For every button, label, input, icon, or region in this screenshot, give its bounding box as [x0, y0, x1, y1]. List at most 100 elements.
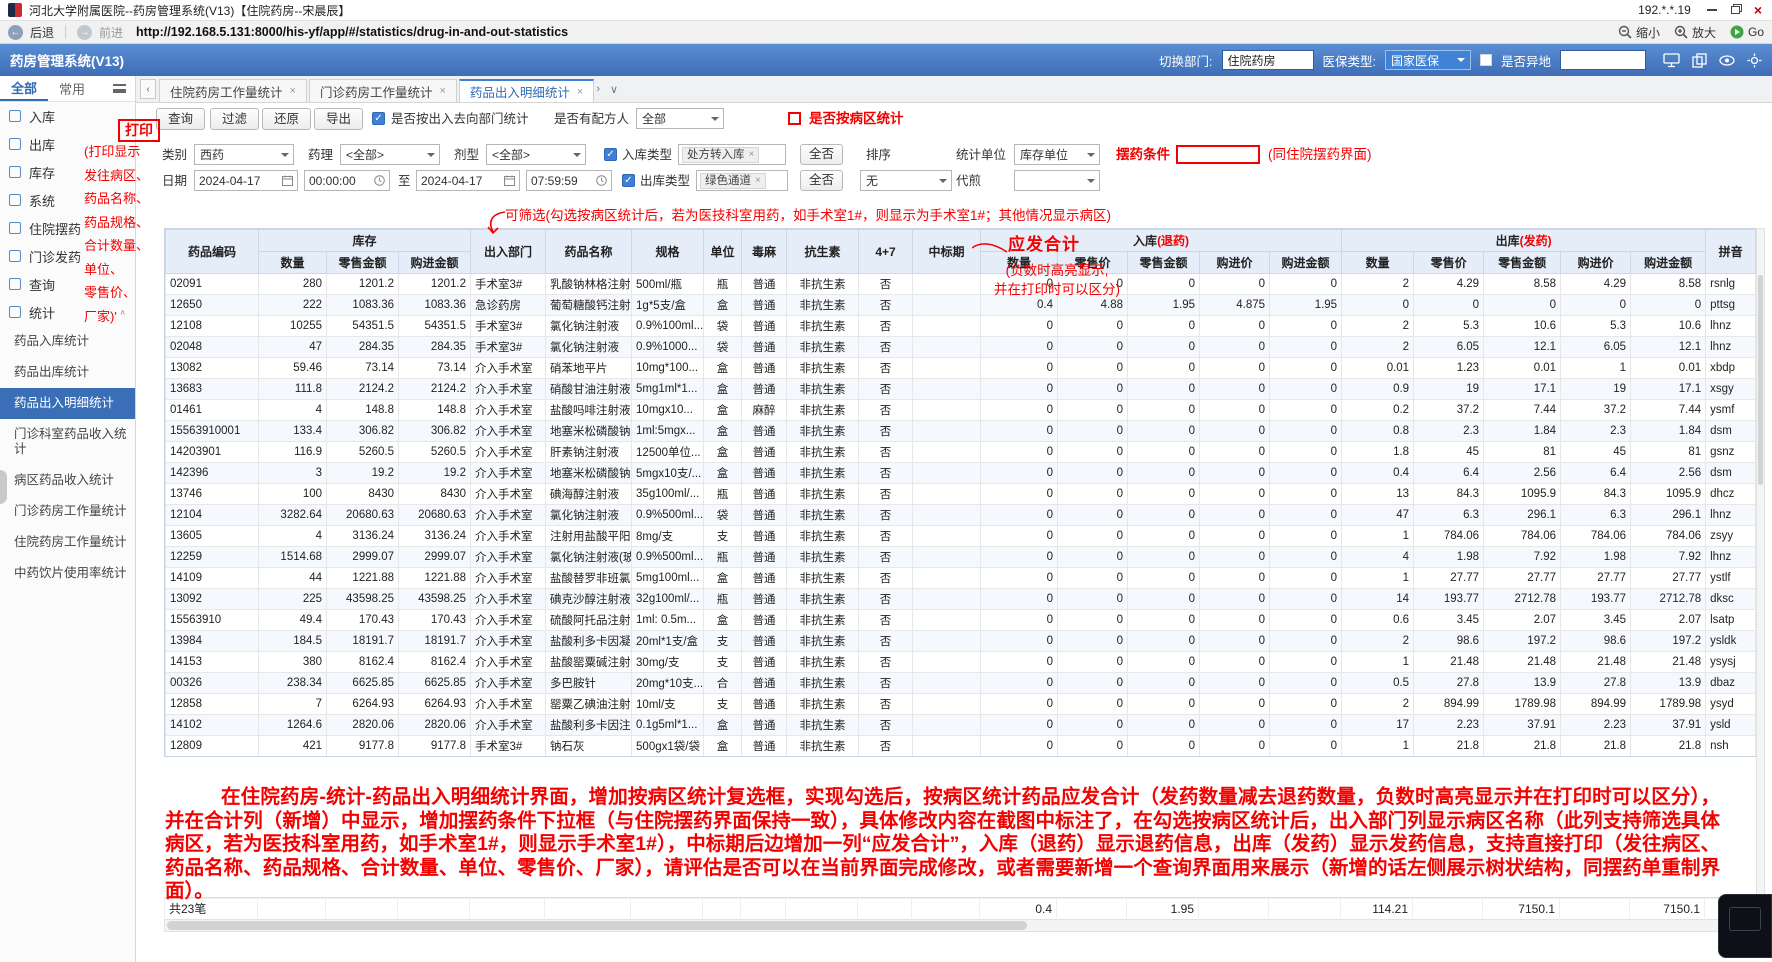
table-row[interactable]: 141533808162.48162.4介入手术室盐酸罂粟碱注射液30mg/支支…	[165, 651, 1756, 673]
back-icon[interactable]: ←	[8, 24, 23, 40]
col-header-in_pprice[interactable]: 购进价	[1199, 251, 1271, 274]
table-row[interactable]: 1285876264.936264.93介入手术室罂粟乙碘油注射液10ml/支支…	[165, 693, 1756, 715]
table-row[interactable]: 14109441221.881221.88介入手术室盐酸替罗非班氯化...5mg…	[165, 567, 1756, 589]
sidebar-subitem-药品出库统计[interactable]: 药品出库统计	[0, 357, 135, 388]
query-button[interactable]: 查询	[156, 108, 206, 130]
minimize-icon[interactable]	[1706, 9, 1717, 11]
monitor-icon[interactable]	[1663, 52, 1680, 68]
tab-close-icon[interactable]: ×	[290, 85, 296, 97]
sidebar-subitem-中药饮片使用率统计[interactable]: 中药饮片使用率统计	[0, 558, 135, 589]
col-group-stock[interactable]: 库存	[257, 229, 472, 252]
category-select[interactable]: 西药	[194, 144, 294, 165]
tab-药品出入明细统计[interactable]: 药品出入明细统计 ×	[458, 79, 595, 102]
sort-select[interactable]: 无	[860, 170, 952, 191]
dosage-select[interactable]: <全部>	[486, 144, 586, 165]
export-button[interactable]: 导出	[314, 108, 364, 130]
insurance-select[interactable]: 国家医保	[1384, 50, 1471, 70]
forward-icon[interactable]: →	[77, 24, 93, 40]
col-header-stock_retail[interactable]: 零售金额	[326, 251, 399, 274]
col-header-dept[interactable]: 出入部门	[470, 229, 547, 274]
col-header-name[interactable]: 药品名称	[545, 229, 633, 274]
dept-input[interactable]: 住院药房	[1221, 50, 1314, 70]
all-no-button-1[interactable]: 全否	[800, 144, 844, 165]
col-header-unit[interactable]: 单位	[703, 229, 743, 274]
col-header-out_qty[interactable]: 数量	[1341, 251, 1415, 274]
col-header-out_pprice[interactable]: 购进价	[1560, 251, 1632, 274]
table-row[interactable]: 12809 421 9177.8 9177.8 手术室3# 钠石灰 500gx1袋/袋盒普通…	[165, 735, 1756, 756]
sidebar-subitem-门诊药房工作量统计[interactable]: 门诊药房工作量统计	[0, 496, 135, 527]
zoom-in-button[interactable]: 放大	[1674, 24, 1716, 41]
table-row[interactable]: 142396319.219.2介入手术室地塞米松磷酸钠注...5mgx10支/.…	[165, 462, 1756, 484]
table-row[interactable]: 15563910001 133.4 306.82 306.82 介入手术室 地塞米松磷酸钠…	[165, 420, 1756, 442]
table-row[interactable]: 020912801201.21201.2手术室3#乳酸钠林格注射液500ml/瓶…	[165, 273, 1756, 295]
table-row[interactable]: 12104 3282.64 20680.63 20680.63 介入手术室 氯化钠注射液 0…	[165, 504, 1756, 526]
tab-scroll-right-icon[interactable]: ›	[596, 83, 600, 96]
in-type-taginput[interactable]: 处方转入库 ×	[678, 144, 786, 165]
tab-close-icon[interactable]: ×	[439, 85, 445, 97]
address-bar[interactable]: http://192.168.5.131:8000/his-yf/app/#/s…	[136, 25, 568, 39]
tray-condition-input[interactable]	[1176, 145, 1260, 164]
eye-icon[interactable]	[1719, 53, 1735, 68]
offsite-input[interactable]	[1560, 50, 1646, 70]
table-row[interactable]: 13746 100 8430 8430 介入手术室 碘海醇注射液 35g100ml/... 瓶…	[165, 483, 1756, 505]
tab-住院药房工作量统计[interactable]: 住院药房工作量统计 ×	[159, 79, 307, 102]
out-type-taginput[interactable]: 绿色通道 ×	[696, 170, 788, 191]
files-icon[interactable]	[1692, 52, 1707, 68]
unit-select[interactable]: 库存单位	[1014, 144, 1100, 165]
sidebar-subitem-门诊科室药品收入统计[interactable]: 门诊科室药品收入统计	[0, 419, 135, 465]
table-row[interactable]: 122591514.682999.072999.07介入手术室氯化钠注射液(玻璃…	[165, 546, 1756, 568]
col-header-in_pamt[interactable]: 购进金额	[1269, 251, 1343, 274]
table-row[interactable]: 1556391049.4170.43170.43介入手术室硫酸阿托品注射液1ml…	[165, 609, 1756, 631]
table-row[interactable]: 13082 59.46 73.14 73.14 介入手术室 硝苯地平片 10mg*100..…	[165, 357, 1756, 379]
go-button[interactable]: Go	[1730, 25, 1764, 39]
tab-门诊药房工作量统计[interactable]: 门诊药房工作量统计 ×	[308, 79, 457, 102]
col-group-out[interactable]: 出库(发药)	[1341, 229, 1707, 252]
restore-button[interactable]: 还原	[262, 108, 312, 130]
col-header-stock_purch[interactable]: 购进金额	[397, 251, 472, 274]
table-row[interactable]: 126502221083.361083.36急诊药房葡萄糖酸钙注射液1g*5支/…	[165, 294, 1756, 316]
pharm-select[interactable]: <全部>	[340, 144, 440, 165]
vertical-scrollbar[interactable]	[1756, 228, 1765, 916]
table-row[interactable]: 14203901 116.9 5260.5 5260.5 介入手术室 肝素钠注射液 1250…	[165, 441, 1756, 463]
col-header-spec[interactable]: 规格	[631, 229, 705, 274]
decoct-select[interactable]	[1014, 170, 1100, 191]
col-header-out_pamt[interactable]: 购进金额	[1630, 251, 1707, 274]
table-row[interactable]: 00326 238.34 6625.85 6625.85 介入手术室 多巴胺针 20mg*1…	[165, 672, 1756, 694]
col-header-out_retail[interactable]: 零售金额	[1483, 251, 1562, 274]
table-row[interactable]: 13683 111.8 2124.2 2124.2 介入手术室 硝酸甘油注射液 5mg1ml…	[165, 378, 1756, 400]
col-header-four7[interactable]: 4+7	[858, 229, 914, 274]
restore-icon[interactable]	[1730, 6, 1740, 14]
sidebar-subitem-病区药品收入统计[interactable]: 病区药品收入统计	[0, 465, 135, 496]
sidebar-collapse-handle[interactable]	[0, 470, 7, 504]
table-row[interactable]: 1360543136.243136.24介入手术室注射用盐酸平阳霉素8mg/支支…	[165, 525, 1756, 547]
close-icon[interactable]: ×	[1754, 3, 1762, 17]
table-row[interactable]: 02048 47 284.35 284.35 手术室3# 氯化钠注射液 0.9%1000..…	[165, 336, 1756, 358]
back-button[interactable]: 后退	[30, 24, 54, 41]
horizontal-scrollbar[interactable]	[164, 919, 1757, 932]
offsite-checkbox[interactable]	[1479, 54, 1492, 66]
filter-button[interactable]: 过滤	[210, 108, 260, 130]
table-row[interactable]: 141021264.62820.062820.06介入手术室盐酸利多卡因注射液0…	[165, 714, 1756, 736]
gear-icon[interactable]	[1747, 53, 1762, 68]
table-row[interactable]: 13984184.518191.718191.7介入手术室盐酸利多卡因凝胶20m…	[165, 630, 1756, 652]
dept-stat-checkbox[interactable]	[372, 112, 385, 125]
vertical-scrollbar-thumb[interactable]	[1758, 275, 1763, 485]
sidebar-tab-all[interactable]: 全部	[0, 76, 49, 101]
zoom-out-button[interactable]: 缩小	[1618, 24, 1660, 41]
table-row[interactable]: 01461 4 148.8 148.8 介入手术室 盐酸吗啡注射液 10mgx10... 盒麻…	[165, 399, 1756, 421]
in-type-checkbox[interactable]	[604, 148, 617, 161]
out-type-checkbox[interactable]	[622, 174, 635, 187]
sidebar-subitem-药品出入明细统计[interactable]: 药品出入明细统计	[0, 388, 135, 419]
col-header-anti[interactable]: 抗生素	[786, 229, 860, 274]
maker-select[interactable]: 全部	[636, 108, 724, 129]
table-row[interactable]: 13092 225 43598.25 43598.25 介入手术室 碘克沙醇注射液 32g1…	[165, 588, 1756, 610]
all-no-button-2[interactable]: 全否	[800, 170, 844, 191]
tab-close-icon[interactable]: ×	[577, 86, 583, 98]
time-to-input[interactable]: 07:59:59	[526, 170, 612, 191]
remove-tag-icon[interactable]: ×	[749, 148, 755, 162]
forward-button[interactable]: 前进	[99, 24, 123, 41]
col-header-out_price[interactable]: 零售价	[1413, 251, 1485, 274]
horizontal-scrollbar-thumb[interactable]	[167, 921, 1027, 930]
col-header-py[interactable]: 拼音	[1705, 229, 1756, 274]
date-to-input[interactable]: 2024-04-17	[416, 170, 520, 191]
